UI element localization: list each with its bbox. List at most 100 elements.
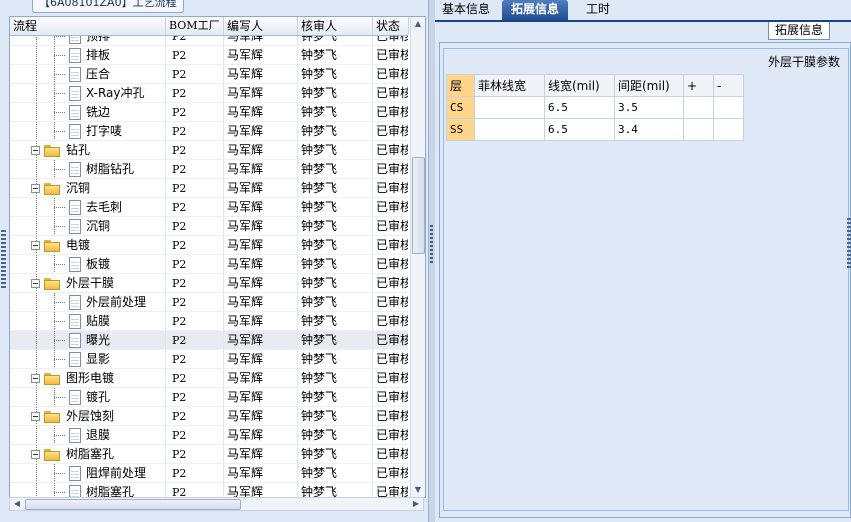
- tree-cell[interactable]: 外层前处理: [10, 293, 166, 312]
- tree-cell[interactable]: 沉铜: [10, 179, 166, 198]
- tree-item-row[interactable]: 曝光 P2马军辉钟梦飞已审核: [10, 331, 408, 350]
- param-row[interactable]: CS 6.5 3.5: [446, 96, 744, 119]
- tree-cell[interactable]: 退膜: [10, 426, 166, 445]
- tree-item-row[interactable]: 镀孔 P2马军辉钟梦飞已审核: [10, 388, 408, 407]
- tree-cell[interactable]: X-Ray冲孔: [10, 84, 166, 103]
- tree-cell[interactable]: 电镀: [10, 236, 166, 255]
- tree-folder-row[interactable]: 电镀 P2马军辉钟梦飞已审核: [10, 236, 408, 255]
- tree-item-row[interactable]: 预排 P2马军辉钟梦飞已审核: [10, 36, 408, 46]
- tree-cell[interactable]: 外层蚀刻: [10, 407, 166, 426]
- tree-cell[interactable]: 预排: [10, 36, 166, 46]
- tree-item-row[interactable]: 去毛刺 P2马军辉钟梦飞已审核: [10, 198, 408, 217]
- param-cell-line-width[interactable]: 6.5: [544, 118, 615, 141]
- tree-cell[interactable]: 贴膜: [10, 312, 166, 331]
- collapse-grip-left[interactable]: [1, 230, 6, 290]
- scroll-down-icon[interactable]: ▼: [411, 483, 425, 497]
- process-flow-tab[interactable]: 【6A08101ZA0】工艺流程: [32, 0, 184, 13]
- collapse-toggle-icon[interactable]: [31, 146, 40, 155]
- tree-cell[interactable]: 铣边: [10, 103, 166, 122]
- param-cell-spacing[interactable]: 3.5: [614, 96, 684, 119]
- param-cell-line-width[interactable]: 6.5: [544, 96, 615, 119]
- param-row[interactable]: SS 6.5 3.4: [446, 118, 744, 141]
- scroll-right-icon[interactable]: ▶: [409, 498, 423, 510]
- vertical-scrollbar[interactable]: ▲ ▼: [410, 17, 425, 497]
- tree-cell[interactable]: 排板: [10, 46, 166, 65]
- param-cell-film-width[interactable]: [474, 96, 545, 119]
- remove-row-button[interactable]: -: [713, 74, 744, 97]
- param-cell-layer[interactable]: CS: [446, 96, 475, 119]
- tree-cell[interactable]: 沉铜: [10, 217, 166, 236]
- tree-item-row[interactable]: 沉铜 P2马军辉钟梦飞已审核: [10, 217, 408, 236]
- tree-cell[interactable]: 镀孔: [10, 388, 166, 407]
- param-header-line-width[interactable]: 线宽(mil): [544, 74, 615, 97]
- tab-work-hours[interactable]: 工时: [581, 0, 615, 20]
- tree-item-row[interactable]: 板镀 P2马军辉钟梦飞已审核: [10, 255, 408, 274]
- column-header-reviewer[interactable]: 核审人: [298, 17, 373, 35]
- tree-cell[interactable]: 外层干膜: [10, 274, 166, 293]
- tree-item-row[interactable]: 打字唛 P2马军辉钟梦飞已审核: [10, 122, 408, 141]
- tree-item-row[interactable]: 贴膜 P2马军辉钟梦飞已审核: [10, 312, 408, 331]
- collapse-toggle-icon[interactable]: [31, 450, 40, 459]
- column-header-status[interactable]: 状态: [373, 17, 409, 35]
- add-row-button[interactable]: +: [683, 74, 714, 97]
- param-header-film-width[interactable]: 菲林线宽: [474, 74, 545, 97]
- tree-cell[interactable]: 树脂钻孔: [10, 160, 166, 179]
- collapse-toggle-icon[interactable]: [31, 374, 40, 383]
- collapse-toggle-icon[interactable]: [31, 279, 40, 288]
- horizontal-scrollbar[interactable]: ◀ ▶: [9, 497, 424, 511]
- param-header-spacing[interactable]: 间距(mil): [614, 74, 684, 97]
- collapse-toggle-icon[interactable]: [31, 241, 40, 250]
- tree-folder-row[interactable]: 图形电镀 P2马军辉钟梦飞已审核: [10, 369, 408, 388]
- writer-cell: 马军辉: [224, 464, 298, 483]
- collapse-toggle-icon[interactable]: [31, 184, 40, 193]
- tree-item-row[interactable]: 外层前处理 P2马军辉钟梦飞已审核: [10, 293, 408, 312]
- tree-folder-row[interactable]: 沉铜 P2马军辉钟梦飞已审核: [10, 179, 408, 198]
- tree-item-label: 排板: [86, 48, 111, 62]
- param-cell-add[interactable]: [683, 96, 714, 119]
- tree-folder-row[interactable]: 树脂塞孔 P2马军辉钟梦飞已审核: [10, 445, 408, 464]
- tree-item-row[interactable]: 显影 P2马军辉钟梦飞已审核: [10, 350, 408, 369]
- tree-cell[interactable]: 去毛刺: [10, 198, 166, 217]
- tree-cell[interactable]: 曝光: [10, 331, 166, 350]
- splitter-grip-icon[interactable]: [430, 225, 433, 265]
- param-cell-film-width[interactable]: [474, 118, 545, 141]
- tree-folder-row[interactable]: 钻孔 P2马军辉钟梦飞已审核: [10, 141, 408, 160]
- param-cell-spacing[interactable]: 3.4: [614, 118, 684, 141]
- tree-cell[interactable]: 显影: [10, 350, 166, 369]
- scroll-up-icon[interactable]: ▲: [411, 17, 425, 31]
- collapse-grip-right[interactable]: [847, 218, 851, 268]
- tree-item-row[interactable]: 铣边 P2马军辉钟梦飞已审核: [10, 103, 408, 122]
- subtab-extended-info[interactable]: 拓展信息: [768, 22, 830, 40]
- tree-folder-row[interactable]: 外层蚀刻 P2马军辉钟梦飞已审核: [10, 407, 408, 426]
- column-header-bom[interactable]: BOM工厂: [166, 17, 224, 35]
- tree-cell[interactable]: 板镀: [10, 255, 166, 274]
- scroll-left-icon[interactable]: ◀: [10, 498, 24, 510]
- tree-item-row[interactable]: 阻焊前处理 P2马军辉钟梦飞已审核: [10, 464, 408, 483]
- tree-item-row[interactable]: 排板 P2马军辉钟梦飞已审核: [10, 46, 408, 65]
- param-cell-add[interactable]: [683, 118, 714, 141]
- tree-item-row[interactable]: 树脂塞孔 P2马军辉钟梦飞已审核: [10, 483, 408, 497]
- tree-item-row[interactable]: 树脂钻孔 P2马军辉钟梦飞已审核: [10, 160, 408, 179]
- collapse-toggle-icon[interactable]: [31, 412, 40, 421]
- param-cell-remove[interactable]: [713, 118, 744, 141]
- tree-cell[interactable]: 图形电镀: [10, 369, 166, 388]
- column-header-writer[interactable]: 编写人: [224, 17, 298, 35]
- tree-cell[interactable]: 钻孔: [10, 141, 166, 160]
- vertical-scroll-thumb[interactable]: [412, 157, 425, 254]
- tree-cell[interactable]: 打字唛: [10, 122, 166, 141]
- tree-item-row[interactable]: 压合 P2马军辉钟梦飞已审核: [10, 65, 408, 84]
- tab-extended-info[interactable]: 拓展信息: [502, 0, 568, 20]
- tree-folder-row[interactable]: 外层干膜 P2马军辉钟梦飞已审核: [10, 274, 408, 293]
- tree-item-row[interactable]: 退膜 P2马军辉钟梦飞已审核: [10, 426, 408, 445]
- param-header-layer[interactable]: 层: [446, 74, 475, 97]
- tab-basic-info[interactable]: 基本信息: [435, 0, 497, 20]
- tree-cell[interactable]: 阻焊前处理: [10, 464, 166, 483]
- param-cell-remove[interactable]: [713, 96, 744, 119]
- horizontal-scroll-thumb[interactable]: [25, 499, 241, 510]
- tree-cell[interactable]: 压合: [10, 65, 166, 84]
- column-header-process[interactable]: 流程: [10, 17, 166, 35]
- tree-cell[interactable]: 树脂塞孔: [10, 445, 166, 464]
- tree-item-row[interactable]: X-Ray冲孔 P2马军辉钟梦飞已审核: [10, 84, 408, 103]
- param-cell-layer[interactable]: SS: [446, 118, 475, 141]
- tree-cell[interactable]: 树脂塞孔: [10, 483, 166, 497]
